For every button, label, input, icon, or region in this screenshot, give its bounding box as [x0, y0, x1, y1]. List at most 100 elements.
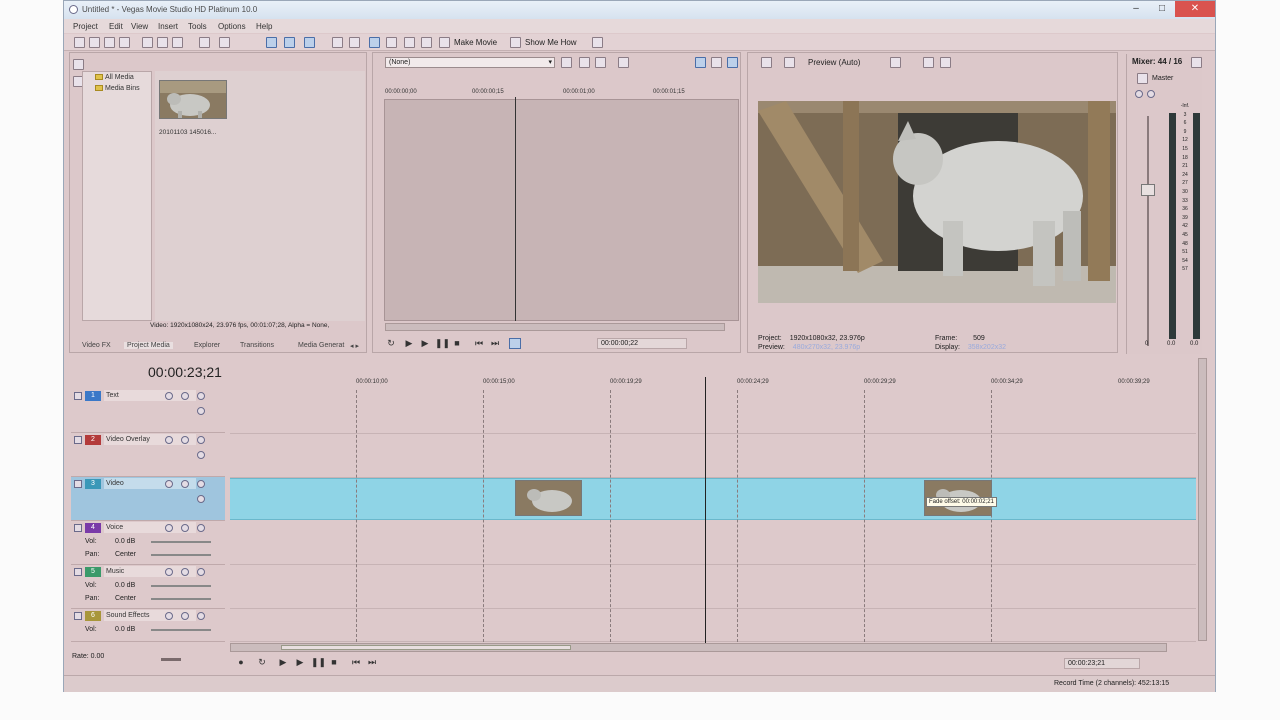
menu-help[interactable]: Help [256, 22, 272, 31]
selection-edit-icon[interactable] [404, 37, 415, 48]
track-fx-icon[interactable] [181, 524, 189, 532]
video-track-lane[interactable] [230, 478, 1196, 520]
loop-icon[interactable]: ↻ [385, 338, 397, 349]
save-snapshot-icon[interactable] [940, 57, 951, 68]
timeline-horizontal-scrollbar[interactable] [230, 643, 1167, 652]
tab-explorer[interactable]: Explorer [194, 342, 220, 349]
track-fx-icon[interactable] [181, 480, 189, 488]
normal-edit-icon[interactable] [369, 37, 380, 48]
pan-slider[interactable] [151, 554, 211, 556]
envelope-icon[interactable] [349, 37, 360, 48]
preview-ext-monitor-icon[interactable] [784, 57, 795, 68]
menu-insert[interactable]: Insert [158, 22, 178, 31]
trimmer-save-icon[interactable] [618, 57, 629, 68]
tree-item-all-media[interactable]: All Media [83, 72, 151, 83]
vol-slider[interactable] [151, 629, 211, 631]
master-fx-icon[interactable] [1135, 90, 1143, 98]
menu-edit[interactable]: Edit [109, 22, 123, 31]
track-text[interactable]: 1 Text [71, 389, 225, 433]
track-video[interactable]: 3 Video [71, 477, 225, 521]
preview-quality-dropdown[interactable]: Preview (Auto) [808, 58, 860, 67]
paste-icon[interactable] [172, 37, 183, 48]
cut-icon[interactable] [142, 37, 153, 48]
track-collapse-icon[interactable] [74, 524, 82, 532]
track-collapse-icon[interactable] [74, 480, 82, 488]
pause-icon[interactable]: ❚❚ [435, 338, 450, 349]
stop-icon[interactable]: ■ [451, 338, 463, 349]
track-music[interactable]: 5 Music Vol: 0.0 dB Pan: Center [71, 565, 225, 609]
auto-ripple-icon[interactable] [284, 37, 295, 48]
vol-slider[interactable] [151, 585, 211, 587]
menu-tools[interactable]: Tools [188, 22, 207, 31]
track-mute-icon[interactable] [197, 392, 205, 400]
close-button[interactable]: ✕ [1175, 1, 1215, 17]
timeline-ruler[interactable]: 00:00:10;00 00:00:15;00 00:00:19;29 00:0… [230, 375, 1196, 389]
play-from-start-icon[interactable]: ▶ [403, 338, 415, 349]
track-mute-icon[interactable] [197, 612, 205, 620]
timeline-vertical-scrollbar[interactable] [1198, 358, 1207, 641]
preview-properties-icon[interactable] [761, 57, 772, 68]
help-icon[interactable] [592, 37, 603, 48]
trimmer-delete-icon[interactable] [595, 57, 606, 68]
trimmer-view2-icon[interactable] [711, 57, 722, 68]
track-sound-effects[interactable]: 6 Sound Effects Vol: 0.0 dB [71, 609, 225, 642]
tree-item-media-bins[interactable]: Media Bins [83, 83, 151, 94]
stop-icon[interactable]: ■ [328, 657, 340, 668]
track-fx-icon[interactable] [181, 392, 189, 400]
menu-project[interactable]: Project [73, 22, 98, 31]
tab-video-fx[interactable]: Video FX [82, 342, 111, 349]
show-me-how-icon[interactable] [510, 37, 521, 48]
trimmer-add-icon[interactable] [561, 57, 572, 68]
mixer-options-icon[interactable] [1191, 57, 1202, 68]
crossfade-icon[interactable] [304, 37, 315, 48]
show-me-how-button[interactable]: Show Me How [525, 38, 577, 47]
play-icon[interactable]: ▶ [419, 338, 431, 349]
pan-slider[interactable] [151, 598, 211, 600]
track-record-icon[interactable] [165, 568, 173, 576]
go-to-end-icon[interactable]: ⏭ [489, 338, 501, 349]
track-compositing-icon[interactable] [197, 451, 205, 459]
trimmer-clear-icon[interactable] [579, 57, 590, 68]
vol-slider[interactable] [151, 541, 211, 543]
lane-text[interactable] [230, 390, 1196, 434]
tab-scroll-icon[interactable]: ◂ ▸ [350, 342, 359, 350]
track-record-icon[interactable] [165, 612, 173, 620]
go-to-start-icon[interactable]: ⏮ [473, 338, 485, 349]
zoom-edit-icon[interactable] [421, 37, 432, 48]
make-movie-button[interactable]: Make Movie [454, 38, 497, 47]
trimmer-mode-icon[interactable] [509, 338, 521, 349]
track-mute-icon[interactable] [197, 524, 205, 532]
track-fx-icon[interactable] [181, 436, 189, 444]
track-mute-icon[interactable] [197, 568, 205, 576]
track-mute-icon[interactable] [197, 436, 205, 444]
import-media-icon[interactable] [73, 59, 84, 70]
trimmer-view-icon[interactable] [695, 57, 706, 68]
track-collapse-icon[interactable] [74, 612, 82, 620]
track-fx-icon[interactable] [181, 612, 189, 620]
trimmer-area[interactable] [384, 99, 739, 321]
track-fx-icon[interactable] [181, 568, 189, 576]
track-compositing-icon[interactable] [197, 407, 205, 415]
lane-sound-effects[interactable] [230, 609, 1196, 642]
track-motion-icon[interactable] [165, 392, 173, 400]
pause-icon[interactable]: ❚❚ [311, 657, 326, 668]
track-collapse-icon[interactable] [74, 568, 82, 576]
copy-icon[interactable] [157, 37, 168, 48]
menu-options[interactable]: Options [218, 22, 246, 31]
record-icon[interactable]: ● [235, 657, 247, 668]
track-collapse-icon[interactable] [74, 436, 82, 444]
lane-voice[interactable] [230, 521, 1196, 565]
make-movie-icon[interactable] [439, 37, 450, 48]
track-compositing-icon[interactable] [197, 495, 205, 503]
copy-snapshot-icon[interactable] [923, 57, 934, 68]
play-icon[interactable]: ▶ [294, 657, 306, 668]
trimmer-view3-icon[interactable] [727, 57, 738, 68]
maximize-button[interactable]: □ [1149, 1, 1175, 17]
trimmer-scrollbar[interactable] [385, 323, 725, 331]
track-motion-icon[interactable] [165, 436, 173, 444]
undo-icon[interactable] [199, 37, 210, 48]
track-motion-icon[interactable] [165, 480, 173, 488]
tab-media-generators[interactable]: Media Generat [298, 342, 344, 349]
lock-icon[interactable] [332, 37, 343, 48]
track-voice[interactable]: 4 Voice Vol: 0.0 dB Pan: Center [71, 521, 225, 565]
